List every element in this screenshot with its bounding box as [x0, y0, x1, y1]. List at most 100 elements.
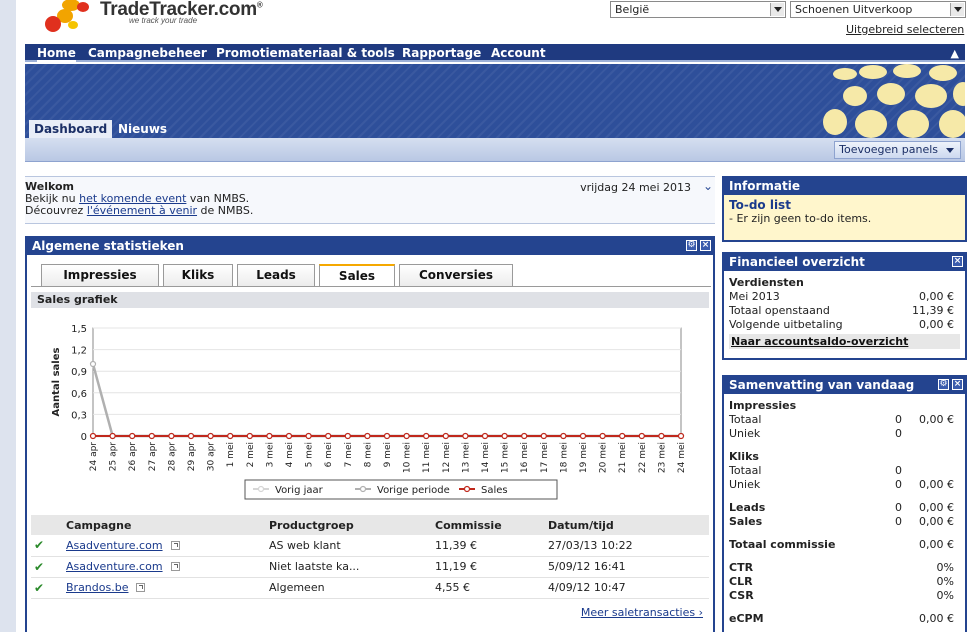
external-link-icon[interactable]	[136, 583, 146, 592]
chevron-down-icon[interactable]: ⌄	[703, 180, 713, 192]
tab-impressies[interactable]: Impressies	[41, 264, 159, 286]
info-panel: Informatie To-do list - Er zijn geen to-…	[722, 176, 967, 242]
x-tick-label: 24 apr	[89, 442, 99, 472]
x-tick-label: 3 mei	[265, 442, 275, 467]
data-point	[227, 432, 234, 440]
close-icon[interactable]: ×	[952, 379, 963, 390]
summary-row: CTR 0%	[729, 561, 960, 575]
financial-label: Volgende uitbetaling	[729, 318, 843, 331]
close-icon[interactable]: ×	[700, 240, 711, 251]
group-cell: Algemeen	[266, 577, 432, 599]
summary-count: 0	[895, 464, 902, 477]
add-panels-button[interactable]: Toevoegen panels	[834, 141, 961, 159]
x-tick-label: 22 mei	[638, 442, 648, 473]
kliks-title: Kliks	[729, 450, 759, 463]
summary-label: Totaal commissie	[729, 538, 836, 551]
summary-label: Totaal	[729, 413, 762, 426]
account-balance-link-text[interactable]: Naar accountsaldo-overzicht	[731, 335, 908, 348]
more-sales-link[interactable]: Meer saletransacties ›	[581, 606, 703, 619]
summary-row: Uniek 0	[729, 427, 960, 441]
data-point	[462, 432, 469, 440]
nav-campagnebeheer[interactable]: Campagnebeheer	[88, 46, 207, 60]
summary-value: 0,00 €	[919, 478, 954, 491]
summary-row: Totaal commissie 0,00 €	[729, 538, 960, 552]
close-icon[interactable]: ×	[952, 256, 963, 267]
data-point	[481, 432, 489, 440]
check-icon: ✔	[31, 535, 63, 557]
tradetracker-logo[interactable]: TradeTracker.com® we track your trade	[43, 0, 303, 36]
external-link-icon[interactable]	[170, 562, 180, 571]
external-link-icon[interactable]	[170, 540, 180, 550]
data-point	[187, 432, 195, 440]
x-tick-label: 5 mei	[305, 442, 315, 467]
financial-panel: Financieel overzicht × Verdiensten Mei 2…	[722, 252, 967, 360]
todo-title[interactable]: To-do list	[729, 198, 960, 212]
data-point	[560, 432, 567, 440]
welcome-text: de NMBS.	[197, 204, 254, 217]
nav-promotiemateriaal[interactable]: Promotiemateriaal & tools	[216, 46, 395, 60]
settings-icon[interactable]: ⚙	[686, 240, 697, 251]
commission-cell: 11,19 €	[432, 556, 545, 578]
table-header-campaign: Campagne	[63, 515, 266, 535]
summary-row: Uniek 0 0,00 €	[729, 478, 960, 492]
nav-account[interactable]: Account	[491, 46, 546, 60]
nav-rapportage[interactable]: Rapportage	[402, 46, 481, 60]
tab-nieuws[interactable]: Nieuws	[113, 120, 172, 138]
shop-select[interactable]: Schoenen Uitverkoop	[790, 1, 966, 18]
x-tick-label: 7 mei	[344, 442, 354, 467]
today-summary-panel: Samenvatting van vandaag ⚙ × Impressies …	[722, 375, 967, 632]
graph-title: Sales grafiek	[31, 292, 709, 308]
y-tick-label: 0,9	[71, 367, 87, 378]
x-tick-label: 18 mei	[559, 442, 569, 473]
x-tick-label: 26 apr	[128, 442, 138, 472]
x-tick-label: 16 mei	[520, 442, 530, 473]
event-link-fr[interactable]: l'événement à venir	[87, 204, 197, 217]
y-axis-label: Aantal sales	[51, 347, 62, 416]
tab-leads[interactable]: Leads	[237, 264, 315, 286]
x-tick-label: 13 mei	[461, 442, 471, 473]
tab-conversies[interactable]: Conversies	[399, 264, 513, 286]
today-panel-header: Samenvatting van vandaag ⚙ ×	[724, 377, 965, 394]
logo-dots-icon	[45, 0, 89, 32]
commission-cell: 4,55 €	[432, 577, 545, 599]
x-tick-label: 1 mei	[226, 442, 236, 467]
account-balance-link[interactable]: Naar accountsaldo-overzicht	[729, 334, 960, 349]
country-select[interactable]: België	[610, 1, 786, 18]
stats-tabs: Impressies Kliks Leads Sales Conversies	[41, 264, 711, 287]
advanced-select-link[interactable]: Uitgebreid selecteren	[846, 23, 964, 36]
settings-icon[interactable]: ⚙	[938, 379, 949, 390]
tab-sales[interactable]: Sales	[319, 264, 395, 287]
x-tick-label: 11 mei	[422, 442, 432, 473]
summary-value: 0,00 €	[919, 612, 954, 625]
campaign-link[interactable]: Brandos.be	[66, 581, 128, 594]
data-point	[442, 432, 449, 440]
dropdown-arrow-icon[interactable]	[950, 3, 964, 16]
stats-panel-header: Algemene statistieken ⚙ ×	[27, 238, 713, 255]
financial-label: Totaal openstaand	[729, 304, 830, 317]
data-point	[109, 432, 116, 440]
legend-label: Vorig jaar	[275, 485, 324, 496]
today-body: Impressies Totaal 0 0,00 € Uniek 0 Kliks To…	[724, 394, 965, 626]
sitemap-icon[interactable]: ▲	[951, 47, 959, 60]
check-icon: ✔	[31, 556, 63, 578]
data-point	[540, 432, 547, 440]
dropdown-arrow-icon[interactable]	[770, 3, 784, 16]
datetime-cell: 4/09/12 10:47	[545, 577, 709, 599]
data-point	[383, 432, 391, 440]
data-point	[89, 360, 97, 368]
tab-dashboard[interactable]: Dashboard	[29, 120, 113, 138]
campaign-link[interactable]: Asadventure.com	[66, 560, 163, 573]
x-tick-label: 24 mei	[677, 442, 687, 473]
summary-label: CTR	[729, 561, 754, 574]
nav-home[interactable]: Home	[37, 46, 76, 62]
tab-kliks[interactable]: Kliks	[163, 264, 233, 286]
panel-toolbar: Toevoegen panels	[25, 138, 965, 162]
financial-row: Totaal openstaand 11,39 €	[729, 304, 960, 318]
x-tick-label: 29 apr	[187, 442, 197, 472]
campaign-link[interactable]: Asadventure.com	[66, 539, 163, 552]
tab-divider	[31, 286, 711, 287]
summary-row: Totaal 0 0,00 €	[729, 413, 960, 427]
summary-row: Totaal 0	[729, 464, 960, 478]
summary-label: Leads	[729, 501, 766, 514]
stats-panel-title: Algemene statistieken	[32, 239, 184, 253]
